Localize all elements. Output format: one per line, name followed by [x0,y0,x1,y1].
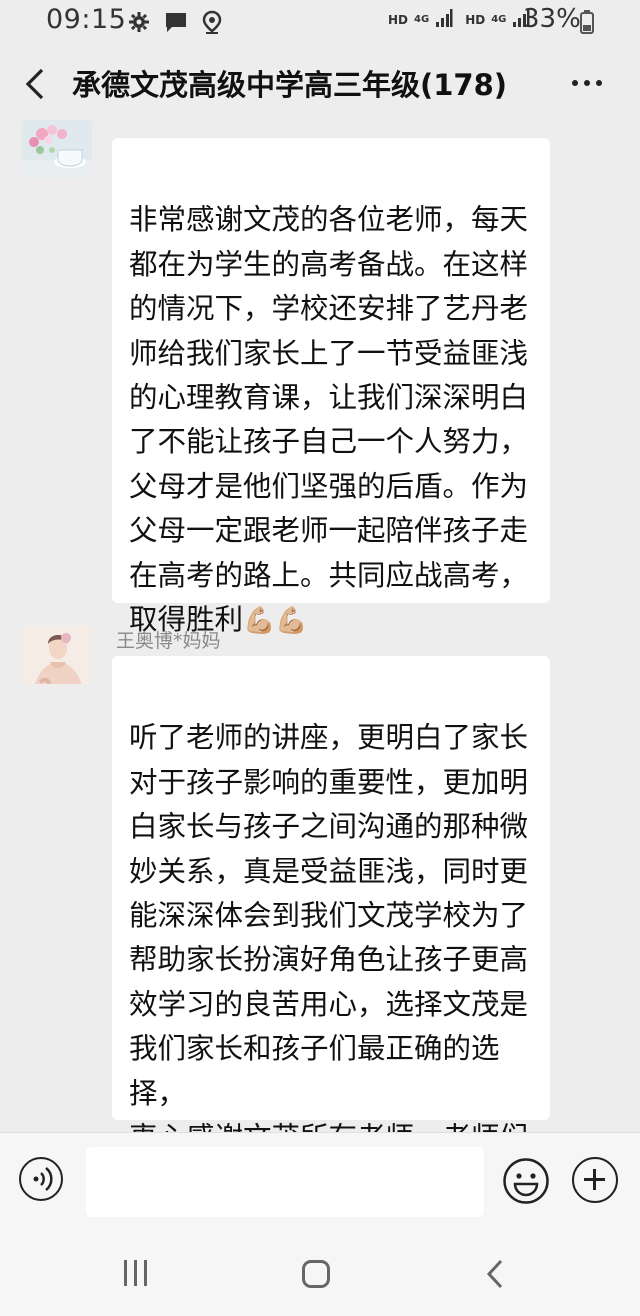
chevron-left-icon[interactable] [22,66,46,106]
status-bar: 09:15 HD 4G HD 4G 33% [0,0,640,44]
status-time: 09:15 [46,4,127,35]
chat-notification-icon [164,11,188,33]
network-type-1: 4G [414,14,430,25]
sender-name: 王奥博*妈妈 [116,630,221,652]
network-indicators: HD 4G HD 4G [388,8,530,32]
battery-percent: 33% [523,4,581,34]
message-list[interactable]: 非常感谢文茂的各位老师，每天 都在为学生的高考备战。在这样 的情况下，学校还安排… [0,120,640,1132]
message-input-bar [0,1132,640,1233]
plus-icon[interactable] [572,1157,618,1203]
home-icon[interactable] [302,1260,330,1288]
message-bubble[interactable]: 非常感谢文茂的各位老师，每天 都在为学生的高考备战。在这样 的情况下，学校还安排… [112,138,550,636]
signal-icon [435,8,453,32]
message-text-input[interactable] [86,1147,484,1217]
gear-icon [128,11,150,33]
flexed-biceps-emoji: 💪🏼💪🏼 [243,606,308,637]
status-notification-icons [128,10,222,34]
back-icon[interactable] [486,1258,504,1294]
recent-apps-icon[interactable] [124,1260,147,1286]
battery-icon [580,10,594,38]
system-navigation-bar [0,1232,640,1316]
network-type-2: 4G [491,14,507,25]
chat-title: 承德文茂高级中学高三年级(178) [72,68,508,102]
avatar-flowers-teacup[interactable] [22,120,92,178]
avatar-woman-portrait[interactable] [22,626,92,684]
hd-label-1: HD [388,13,409,27]
voice-input-icon[interactable] [19,1157,63,1201]
message-text: 听了老师的讲座，更明白了家长 对于孩子影响的重要性，更加明 白家长与孩子之间沟通… [129,721,529,1132]
more-dots-icon[interactable] [572,80,602,86]
chat-header: 承德文茂高级中学高三年级(178) [0,48,640,120]
location-icon [202,10,222,34]
hd-label-2: HD [465,13,486,27]
message-bubble[interactable]: 听了老师的讲座，更明白了家长 对于孩子影响的重要性，更加明 白家长与孩子之间沟通… [112,656,550,1132]
message-text: 非常感谢文茂的各位老师，每天 都在为学生的高考备战。在这样 的情况下，学校还安排… [129,203,529,637]
emoji-icon[interactable] [502,1157,550,1209]
